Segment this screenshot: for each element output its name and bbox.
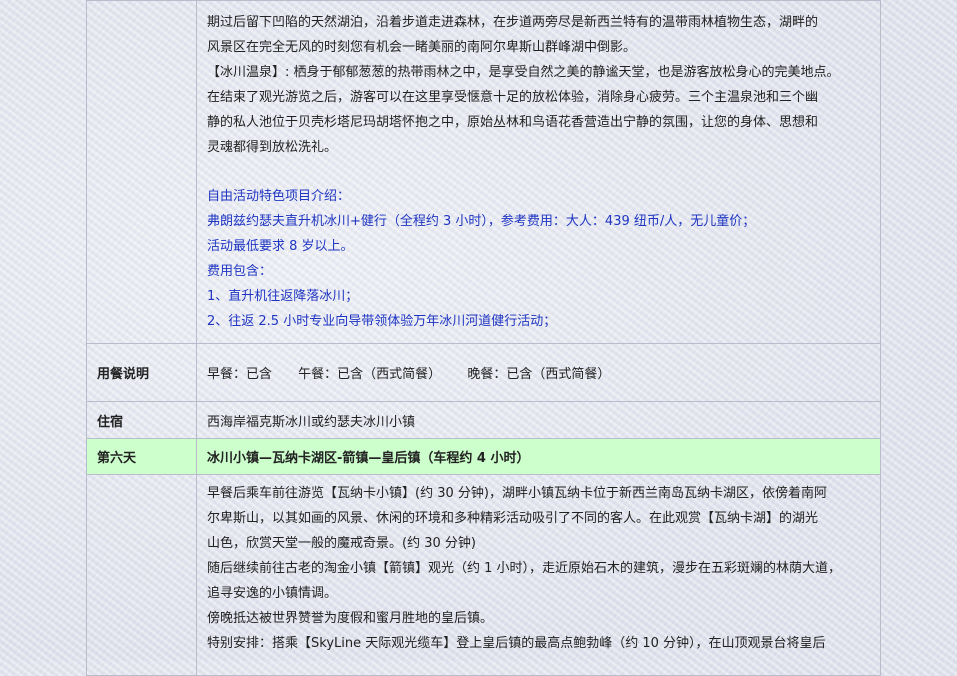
- text-line: 期过后留下凹陷的天然湖泊，沿着步道走进森林，在步道两旁尽是新西兰特有的温带雨林植…: [207, 15, 819, 30]
- optional-activity-line: 活动最低要求 8 岁以上。: [207, 239, 354, 254]
- empty-label-cell: [86, 0, 197, 344]
- text-line: 随后继续前往古老的淘金小镇【箭镇】观光（约 1 小时），走近原始石木的建筑，漫步…: [207, 561, 842, 576]
- text-line: 【冰川温泉】: 栖身于郁郁葱葱的热带雨林之中，是享受自然之美的静谧天堂，也是游客…: [207, 65, 840, 80]
- day6-title: 冰川小镇—瓦纳卡湖区-箭镇—皇后镇（车程约 4 小时）: [196, 438, 881, 475]
- text-line: 特别安排：搭乘【SkyLine 天际观光缆车】登上皇后镇的最高点鲍勃峰（约 10…: [207, 636, 826, 651]
- day5-description: 期过后留下凹陷的天然湖泊，沿着步道走进森林，在步道两旁尽是新西兰特有的温带雨林植…: [196, 0, 881, 344]
- breakfast-info: 早餐：已含: [207, 367, 273, 382]
- meals-value: 早餐：已含 午餐：已含（西式简餐） 晚餐：已含（西式简餐）: [196, 343, 881, 402]
- day6-description: 早餐后乘车前往游览【瓦纳卡小镇】(约 30 分钟)，湖畔小镇瓦纳卡位于新西兰南岛…: [196, 474, 881, 676]
- day6-detail-row: 早餐后乘车前往游览【瓦纳卡小镇】(约 30 分钟)，湖畔小镇瓦纳卡位于新西兰南岛…: [86, 474, 881, 676]
- optional-activity-line: 弗朗兹约瑟夫直升机冰川+健行（全程约 3 小时），参考费用：大人：439 纽币/…: [207, 214, 756, 229]
- day6-label: 第六天: [86, 438, 197, 475]
- text-line: 在结束了观光游览之后，游客可以在这里享受惬意十足的放松体验，消除身心疲劳。三个主…: [207, 90, 819, 105]
- text-line: 山色，欣赏天堂一般的魔戒奇景。(约 30 分钟): [207, 536, 476, 551]
- text-line: 灵魂都得到放松洗礼。: [207, 140, 338, 155]
- meals-label: 用餐说明: [86, 343, 197, 402]
- day5-detail-row: 期过后留下凹陷的天然湖泊，沿着步道走进森林，在步道两旁尽是新西兰特有的温带雨林植…: [86, 0, 881, 344]
- text-line: 傍晚抵达被世界赞誉为度假和蜜月胜地的皇后镇。: [207, 611, 494, 626]
- text-line: 追寻安逸的小镇情调。: [207, 586, 338, 601]
- text-line: 静的私人池位于贝壳杉塔尼玛胡塔怀抱之中，原始丛林和鸟语花香营造出宁静的氛围，让您…: [207, 115, 819, 130]
- text-line: 尔卑斯山，以其如画的风景、休闲的环境和多种精彩活动吸引了不同的客人。在此观赏【瓦…: [207, 511, 819, 526]
- lodging-row: 住宿 西海岸福克斯冰川或约瑟夫冰川小镇: [86, 401, 881, 439]
- optional-activity-line: 费用包含：: [207, 264, 273, 279]
- optional-activity-heading: 自由活动特色项目介绍：: [207, 189, 351, 204]
- empty-label-cell: [86, 474, 197, 676]
- optional-activity-line: 1、直升机往返降落冰川；: [207, 289, 359, 304]
- itinerary-table: 期过后留下凹陷的天然湖泊，沿着步道走进森林，在步道两旁尽是新西兰特有的温带雨林植…: [86, 0, 881, 676]
- lodging-value: 西海岸福克斯冰川或约瑟夫冰川小镇: [196, 401, 881, 439]
- dinner-info: 晚餐：已含（西式简餐）: [467, 367, 611, 382]
- day6-header-row: 第六天 冰川小镇—瓦纳卡湖区-箭镇—皇后镇（车程约 4 小时）: [86, 438, 881, 475]
- meals-row: 用餐说明 早餐：已含 午餐：已含（西式简餐） 晚餐：已含（西式简餐）: [86, 343, 881, 402]
- text-line: 早餐后乘车前往游览【瓦纳卡小镇】(约 30 分钟)，湖畔小镇瓦纳卡位于新西兰南岛…: [207, 486, 827, 501]
- text-line: 风景区在完全无风的时刻您有机会一睹美丽的南阿尔卑斯山群峰湖中倒影。: [207, 40, 637, 55]
- lodging-label: 住宿: [86, 401, 197, 439]
- lunch-info: 午餐：已含（西式简餐）: [298, 367, 442, 382]
- optional-activity-line: 2、往返 2.5 小时专业向导带领体验万年冰川河道健行活动；: [207, 314, 557, 329]
